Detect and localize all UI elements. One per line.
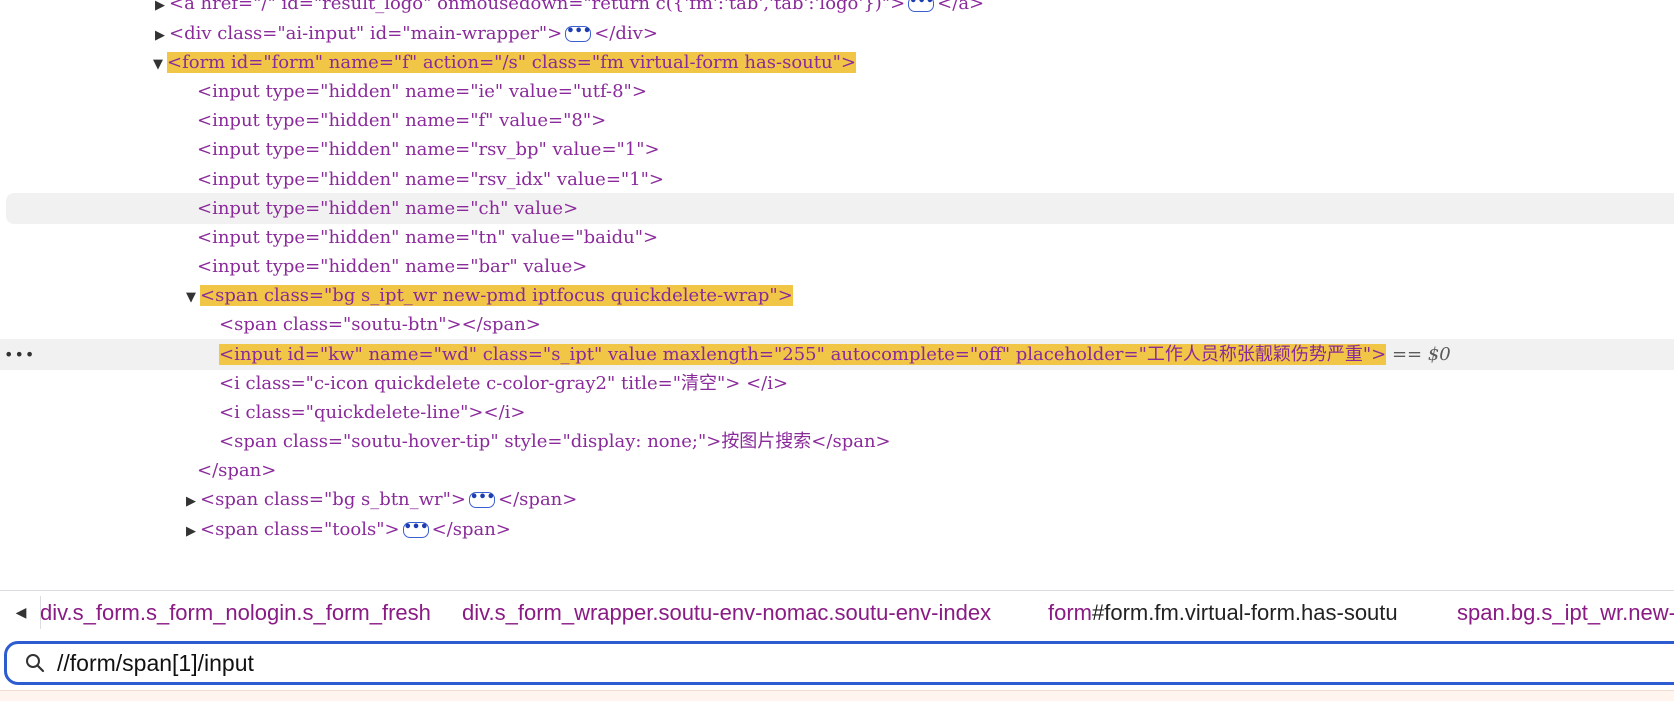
node-open-tag: <input type="hidden" name="tn" value="ba… <box>197 227 659 248</box>
breadcrumb-selector: #form.fm.virtual-form.has-soutu <box>1092 600 1398 625</box>
breadcrumb-item-span-s-ipt-wr[interactable]: span.bg.s_ipt_wr.new-pmd <box>1457 591 1674 635</box>
tree-node-span-tools[interactable]: ▶ <span class="tools"> ••• </span> <box>0 514 1674 545</box>
more-options-icon[interactable]: ••• <box>4 339 35 370</box>
search-icon <box>25 653 45 678</box>
node-close-tag: </span> <box>197 460 277 481</box>
node-open-tag: <input type="hidden" name="f" value="8"> <box>197 110 607 131</box>
node-open-tag: <i class="c-icon quickdelete c-color-gra… <box>219 373 789 394</box>
node-open-tag: <input type="hidden" name="rsv_idx" valu… <box>197 169 665 190</box>
tree-node-form[interactable]: ▼ <form id="form" name="f" action="/s" cl… <box>0 47 1674 78</box>
breadcrumb: ◀ div.s_form.s_form_nologin.s_form_fresh… <box>0 590 1674 635</box>
breadcrumb-item-form[interactable]: form#form.fm.virtual-form.has-soutu <box>1048 591 1398 635</box>
tree-node-input-ie[interactable]: <input type="hidden" name="ie" value="ut… <box>0 76 1674 107</box>
breadcrumb-tag: div <box>40 600 67 625</box>
node-open-tag: <span class="soutu-hover-tip" style="dis… <box>219 431 891 452</box>
node-open-tag: <a href="/" id="result_logo" onmousedown… <box>169 0 906 14</box>
tree-node-a-result-logo[interactable]: ▶ <a href="/" id="result_logo" onmousedow… <box>0 0 1674 19</box>
node-open-tag: <span class="soutu-btn"></span> <box>219 314 541 335</box>
elements-tree: ▶ <a href="/" id="result_logo" onmousedow… <box>0 0 1674 590</box>
tree-node-span-soutu-btn[interactable]: <span class="soutu-btn"></span> <box>0 309 1674 340</box>
find-bar <box>4 641 1674 685</box>
node-close-tag: </span> <box>498 489 578 510</box>
triangle-right-icon[interactable]: ▶ <box>186 516 200 547</box>
node-close-tag: </span> <box>431 519 511 540</box>
node-open-tag: <div class="ai-input" id="main-wrapper"> <box>169 23 563 44</box>
ellipsis-badge[interactable]: ••• <box>908 0 935 12</box>
tree-node-span-close[interactable]: </span> <box>0 455 1674 486</box>
tree-node-i-quickdelete-line[interactable]: <i class="quickdelete-line"></i> <box>0 397 1674 428</box>
node-open-tag: <input id="kw" name="wd" class="s_ipt" v… <box>219 344 1387 365</box>
node-open-tag: <form id="form" name="f" action="/s" cla… <box>167 52 856 73</box>
find-input[interactable] <box>57 647 1557 679</box>
console-ref-label: == $0 <box>1391 344 1451 365</box>
node-close-tag: </a> <box>937 0 985 14</box>
node-open-tag: <input type="hidden" name="rsv_bp" value… <box>197 139 660 160</box>
node-open-tag: <span class="bg s_ipt_wr new-pmd iptfocu… <box>200 285 793 306</box>
breadcrumb-tag: span <box>1457 600 1505 625</box>
node-open-tag: <i class="quickdelete-line"></i> <box>219 402 526 423</box>
node-open-tag: <input type="hidden" name="ch" value> <box>197 198 579 219</box>
tree-node-span-s-btn-wr[interactable]: ▶ <span class="bg s_btn_wr"> ••• </span> <box>0 484 1674 515</box>
node-open-tag: <input type="hidden" name="ie" value="ut… <box>197 81 647 102</box>
ellipsis-badge[interactable]: ••• <box>402 521 429 538</box>
node-open-tag: <input type="hidden" name="bar" value> <box>197 256 588 277</box>
breadcrumb-selector: .s_form_wrapper.soutu-env-nomac.soutu-en… <box>488 600 992 625</box>
breadcrumb-selector: .bg.s_ipt_wr.new-pmd <box>1504 600 1674 625</box>
node-open-tag: <span class="bg s_btn_wr"> <box>200 489 467 510</box>
tree-node-input-kw-selected[interactable]: ••• <input id="kw" name="wd" class="s_ip… <box>0 339 1674 370</box>
tree-node-input-f[interactable]: <input type="hidden" name="f" value="8"> <box>0 105 1674 136</box>
tree-node-span-s-ipt-wr[interactable]: ▼ <span class="bg s_ipt_wr new-pmd iptfoc… <box>0 280 1674 311</box>
breadcrumb-item-div-s-form-wrapper[interactable]: div.s_form_wrapper.soutu-env-nomac.soutu… <box>462 591 991 635</box>
panel-bottom-edge <box>0 690 1674 701</box>
ellipsis-badge[interactable]: ••• <box>565 25 592 42</box>
tree-node-i-quickdelete[interactable]: <i class="c-icon quickdelete c-color-gra… <box>0 368 1674 399</box>
breadcrumb-selector: .s_form.s_form_nologin.s_form_fresh <box>66 600 431 625</box>
tree-node-div-main-wrapper[interactable]: ▶ <div class="ai-input" id="main-wrapper"… <box>0 18 1674 49</box>
tree-node-input-rsv-idx[interactable]: <input type="hidden" name="rsv_idx" valu… <box>0 164 1674 195</box>
tree-node-span-soutu-hover-tip[interactable]: <span class="soutu-hover-tip" style="dis… <box>0 426 1674 457</box>
breadcrumb-tag: form <box>1048 600 1092 625</box>
tree-node-input-ch[interactable]: <input type="hidden" name="ch" value> <box>6 193 1674 224</box>
tree-node-input-tn[interactable]: <input type="hidden" name="tn" value="ba… <box>0 222 1674 253</box>
triangle-right-icon[interactable]: ▶ <box>186 486 200 517</box>
ellipsis-badge[interactable]: ••• <box>469 491 496 508</box>
breadcrumb-tag: div <box>462 600 489 625</box>
breadcrumb-item-div-s-form[interactable]: div.s_form.s_form_nologin.s_form_fresh <box>40 591 431 635</box>
node-close-tag: </div> <box>594 23 658 44</box>
node-open-tag: <span class="tools"> <box>200 519 400 540</box>
chevron-left-icon[interactable]: ◀ <box>2 596 41 629</box>
tree-node-input-bar[interactable]: <input type="hidden" name="bar" value> <box>0 251 1674 282</box>
tree-node-input-rsv-bp[interactable]: <input type="hidden" name="rsv_bp" value… <box>0 134 1674 165</box>
